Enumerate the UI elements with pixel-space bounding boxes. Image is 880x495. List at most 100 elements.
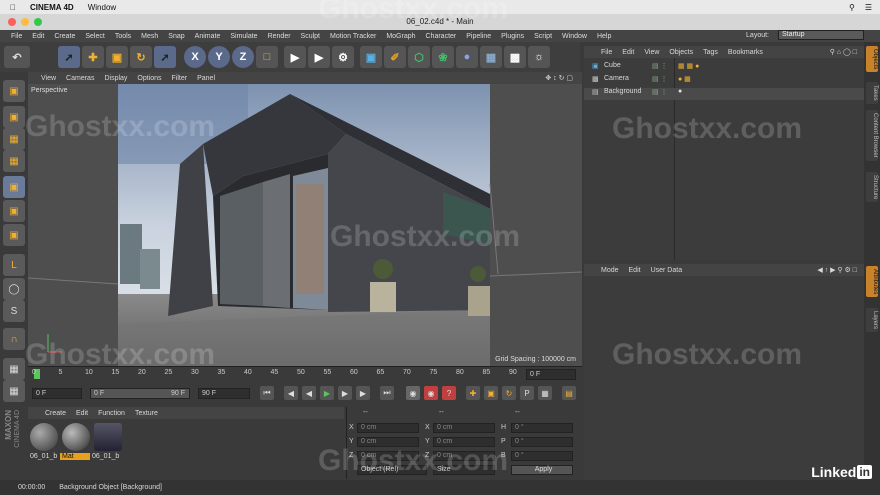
menu-render[interactable]: Render [263,33,296,40]
cube-object-icon[interactable]: ▣ [360,46,382,68]
start-frame-field[interactable]: 0 F [32,388,82,399]
magnet-icon[interactable]: ∩ [3,328,25,350]
list-icon[interactable]: ☰ [865,3,872,12]
pen-spline-icon[interactable]: ✐ [384,46,406,68]
workplane-icon[interactable]: ▦ [3,150,25,172]
viewport-menu-options[interactable]: Options [132,75,166,82]
material-swatch[interactable] [30,423,58,451]
render-view-icon[interactable]: ▶ [284,46,306,68]
edges-mode-icon[interactable]: ▣ [3,200,25,222]
record-active-icon[interactable]: ◉ [406,386,420,400]
object-menu-file[interactable]: File [596,49,617,56]
material-menu-create[interactable]: Create [40,410,71,417]
autokey-icon[interactable]: ◉ [424,386,438,400]
object-menu-edit[interactable]: Edit [617,49,639,56]
model-mode-icon[interactable]: ▣ [3,106,25,128]
menu-help[interactable]: Help [592,33,616,40]
attribute-nav-icons[interactable]: ◀ ↑ ▶ ⚲ ⚙ □ [812,266,862,274]
menu-mesh[interactable]: Mesh [136,33,163,40]
previous-frame-icon[interactable]: ◀ [302,386,316,400]
end-frame-field[interactable]: 90 F [198,388,250,399]
go-to-start-icon[interactable]: ⏮ [260,386,274,400]
rotation-h-field[interactable]: 0 ° [511,423,573,433]
tab-attributes[interactable]: Attributes [866,266,878,298]
attribute-menu-mode[interactable]: Mode [596,267,624,274]
point-level-key-icon[interactable]: ▦ [538,386,552,400]
deformer-icon[interactable]: ● [456,46,478,68]
object-menu-tags[interactable]: Tags [698,49,723,56]
rotation-p-field[interactable]: 0 ° [511,437,573,447]
recent-tool-icon[interactable]: ➚ [154,46,176,68]
texture-mode-icon[interactable]: ▦ [3,128,25,150]
polygons-mode-icon[interactable]: ▣ [3,224,25,246]
menu-motion-tracker[interactable]: Motion Tracker [325,33,381,40]
z-axis-lock-icon[interactable]: Z [232,46,254,68]
search-icon[interactable]: ⚲ [849,3,855,12]
menu-tools[interactable]: Tools [110,33,136,40]
snap-icon[interactable]: S [3,300,25,322]
visibility-icon[interactable]: ▤ ⋮ [652,62,668,70]
rotate-tool-icon[interactable]: ↻ [130,46,152,68]
menu-file[interactable]: File [6,33,27,40]
material-menu-texture[interactable]: Texture [130,410,163,417]
menu-animate[interactable]: Animate [190,33,226,40]
object-menu-view[interactable]: View [639,49,664,56]
move-tool-icon[interactable]: ✚ [82,46,104,68]
window-menu[interactable]: Window [88,3,116,12]
viewport-menu-cameras[interactable]: Cameras [61,75,99,82]
menu-snap[interactable]: Snap [163,33,189,40]
go-to-end-icon[interactable]: ⏭ [380,386,394,400]
timeline-window-icon[interactable]: ▤ [562,386,576,400]
keyframe-selection-icon[interactable]: ? [442,386,456,400]
attribute-menu-user-data[interactable]: User Data [646,267,688,274]
object-search-icon[interactable]: ⚲ ⌂ ◯ □ [825,48,862,56]
y-axis-lock-icon[interactable]: Y [208,46,230,68]
size-x-field[interactable]: 0 cm [433,423,495,433]
menu-select[interactable]: Select [80,33,109,40]
layout-dropdown[interactable]: Startup [778,30,864,40]
play-icon[interactable]: ▶ [320,386,334,400]
material-menu-function[interactable]: Function [93,410,130,417]
workplane-lock-icon[interactable]: ▦ [3,380,25,402]
position-x-field[interactable]: 0 cm [357,423,419,433]
close-window-button[interactable] [8,18,16,26]
coordinate-system-icon[interactable]: □ [256,46,278,68]
menu-character[interactable]: Character [421,33,462,40]
viewport-menu-view[interactable]: View [36,75,61,82]
object-row-selected[interactable]: ▤ Background ▤ ⋮ ● [584,88,864,100]
viewport-nav-icons[interactable]: ✥ ↕ ↻ ▢ [540,74,578,82]
viewport-menu-display[interactable]: Display [99,75,132,82]
material-swatch[interactable] [94,423,122,451]
tweak-mode-icon[interactable]: ◯ [3,278,25,300]
floor-icon[interactable]: ▦ [480,46,502,68]
object-menu-objects[interactable]: Objects [664,49,698,56]
minimize-window-button[interactable] [21,18,29,26]
parameter-key-icon[interactable]: P [520,386,534,400]
cloner-icon[interactable]: ❀ [432,46,454,68]
apple-icon[interactable]:  [10,3,16,12]
menu-sculpt[interactable]: Sculpt [296,33,325,40]
rotation-b-field[interactable]: 0 ° [511,451,573,461]
subdivision-icon[interactable]: ⬡ [408,46,430,68]
rotation-key-icon[interactable]: ↻ [502,386,516,400]
scale-key-icon[interactable]: ▣ [484,386,498,400]
x-axis-lock-icon[interactable]: X [184,46,206,68]
tab-content-browser[interactable]: Content Browser [866,110,878,161]
menu-mograph[interactable]: MoGraph [381,33,420,40]
viewport-menu-filter[interactable]: Filter [167,75,193,82]
menu-create[interactable]: Create [49,33,80,40]
visibility-icon[interactable]: ▤ ⋮ [652,88,668,96]
menu-simulate[interactable]: Simulate [225,33,262,40]
tags-icon[interactable]: ● [678,88,682,95]
tab-layers[interactable]: Layers [866,308,878,333]
menu-window[interactable]: Window [557,33,592,40]
object-row[interactable]: ▩ Camera ▤ ⋮ ● ▦ [584,75,864,87]
next-key-icon[interactable]: ▶ [356,386,370,400]
scale-tool-icon[interactable]: ▣ [106,46,128,68]
render-settings-icon[interactable]: ⚙ [332,46,354,68]
position-key-icon[interactable]: ✚ [466,386,480,400]
attribute-menu-edit[interactable]: Edit [624,267,646,274]
object-row[interactable]: ▣ Cube ▤ ⋮ ▦ ▦ ● [584,62,864,74]
material-swatch[interactable] [62,423,90,451]
tags-icon[interactable]: ▦ ▦ ● [678,62,699,70]
